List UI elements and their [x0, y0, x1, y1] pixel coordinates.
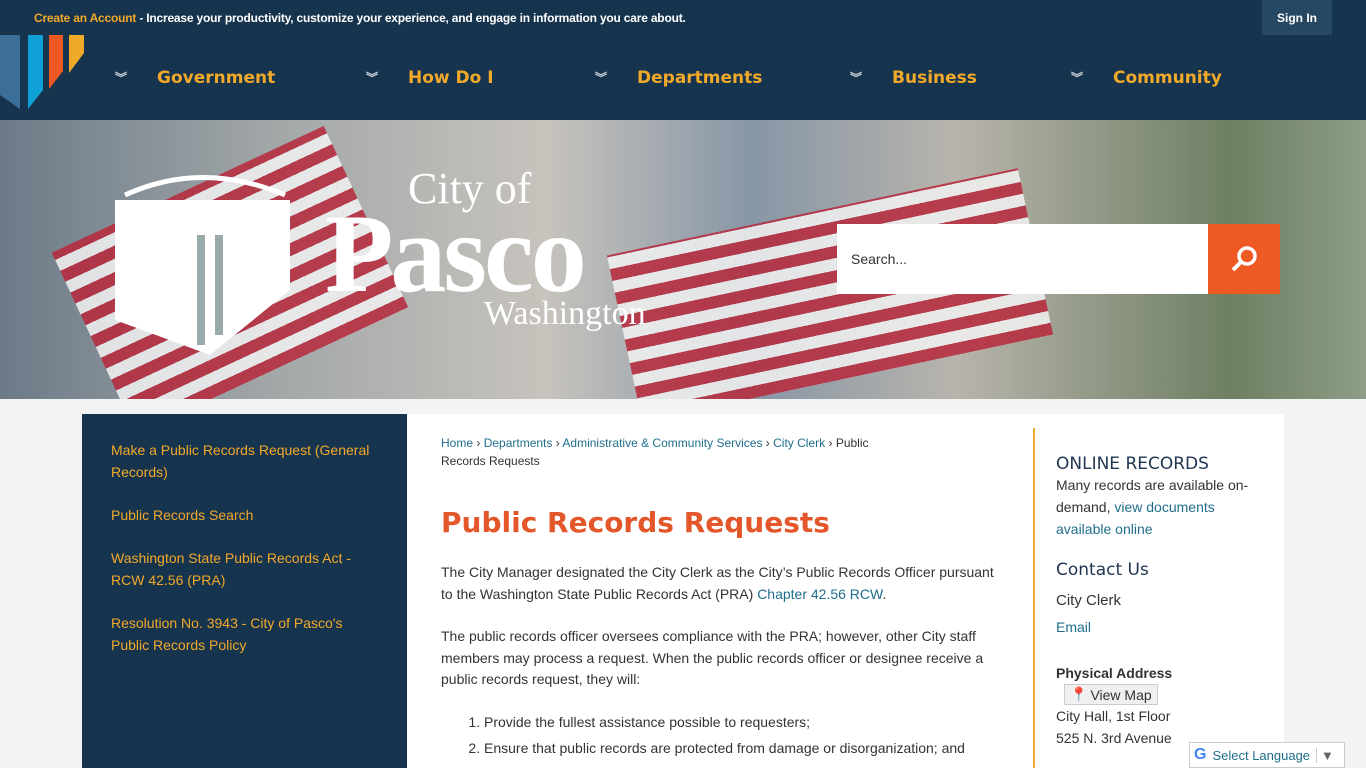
sidebar: Make a Public Records Request (General R…: [82, 414, 407, 768]
create-account-link[interactable]: Create an Account: [34, 11, 136, 25]
chevron-down-icon: ︾: [850, 71, 863, 85]
breadcrumb-admin[interactable]: Administrative & Community Services: [562, 436, 762, 450]
search-input[interactable]: [837, 224, 1208, 294]
breadcrumb: Home › Departments › Administrative & Co…: [441, 436, 869, 468]
contact-name: City Clerk: [1056, 592, 1122, 609]
top-bar: Create an Account - Increase your produc…: [0, 0, 1366, 35]
nav-label: Government: [157, 67, 276, 88]
paragraph: The City Manager designated the City Cle…: [441, 564, 994, 602]
divider: [1033, 428, 1035, 768]
paragraph: The public records officer oversees comp…: [441, 628, 984, 687]
account-message: Create an Account - Increase your produc…: [34, 11, 686, 25]
breadcrumb-departments[interactable]: Departments: [484, 436, 553, 450]
dropdown-arrow-icon[interactable]: ▼: [1316, 747, 1334, 763]
rcw-link[interactable]: Chapter 42.56 RCW: [757, 586, 882, 602]
duties-list: Provide the fullest assistance possible …: [441, 712, 1006, 760]
nav-departments[interactable]: ︾ Departments: [595, 35, 762, 120]
search-icon: [1231, 246, 1257, 272]
address-line: City Hall, 1st Floor: [1056, 708, 1171, 724]
search-button[interactable]: [1208, 224, 1280, 294]
city-logo-emblem[interactable]: [115, 160, 290, 355]
list-item: Ensure that public records are protected…: [484, 738, 1006, 760]
online-records-heading: ONLINE RECORDS: [1056, 454, 1209, 474]
google-icon: G: [1194, 746, 1207, 763]
contact-heading: Contact Us: [1056, 560, 1149, 580]
nav-label: Community: [1113, 67, 1222, 88]
nav-label: How Do I: [408, 67, 494, 88]
breadcrumb-city-clerk[interactable]: City Clerk: [773, 436, 825, 450]
sidebar-item-request[interactable]: Make a Public Records Request (General R…: [111, 439, 378, 483]
account-message-text: - Increase your productivity, customize …: [136, 10, 686, 25]
chevron-down-icon: ︾: [1071, 71, 1084, 85]
main-content: Home › Departments › Administrative & Co…: [407, 414, 1284, 768]
map-pin-icon: 📍: [1070, 686, 1088, 702]
chevron-down-icon: ︾: [366, 71, 379, 85]
right-sidebar: ONLINE RECORDS Many records are availabl…: [1056, 454, 1266, 749]
chevron-down-icon: ︾: [595, 71, 608, 85]
online-records-text: Many records are available on-demand, vi…: [1056, 474, 1266, 540]
nav-business[interactable]: ︾ Business: [850, 35, 977, 120]
address-label: Physical Address: [1056, 665, 1173, 681]
paragraph-text: The City Manager designated the City Cle…: [441, 564, 994, 602]
page-title: Public Records Requests: [441, 506, 830, 539]
sign-in-button[interactable]: Sign In: [1262, 0, 1332, 35]
logo-washington: Washington: [484, 295, 646, 332]
page-body: The City Manager designated the City Cle…: [441, 562, 1006, 765]
breadcrumb-home[interactable]: Home: [441, 436, 473, 450]
view-map-label: View Map: [1090, 686, 1152, 703]
nav-label: Departments: [637, 67, 763, 88]
select-language-link[interactable]: Select Language: [1212, 748, 1310, 763]
nav-government[interactable]: ︾ Government: [115, 35, 275, 120]
list-item: Provide the fullest assistance possible …: [484, 712, 1006, 734]
email-link[interactable]: Email: [1056, 619, 1091, 635]
translate-widget[interactable]: G Select Language ▼: [1189, 742, 1345, 768]
nav-community[interactable]: ︾ Community: [1071, 35, 1222, 120]
sidebar-item-pra[interactable]: Washington State Public Records Act - RC…: [111, 547, 378, 591]
chevron-down-icon: ︾: [115, 71, 128, 85]
sidebar-item-search[interactable]: Public Records Search: [111, 504, 378, 526]
nav-label: Business: [892, 67, 977, 88]
view-map-button[interactable]: 📍 View Map: [1064, 684, 1158, 705]
sidebar-item-resolution[interactable]: Resolution No. 3943 - City of Pasco's Pu…: [111, 612, 378, 656]
site-logo-stripes[interactable]: [0, 35, 90, 111]
nav-how-do-i[interactable]: ︾ How Do I: [366, 35, 494, 120]
